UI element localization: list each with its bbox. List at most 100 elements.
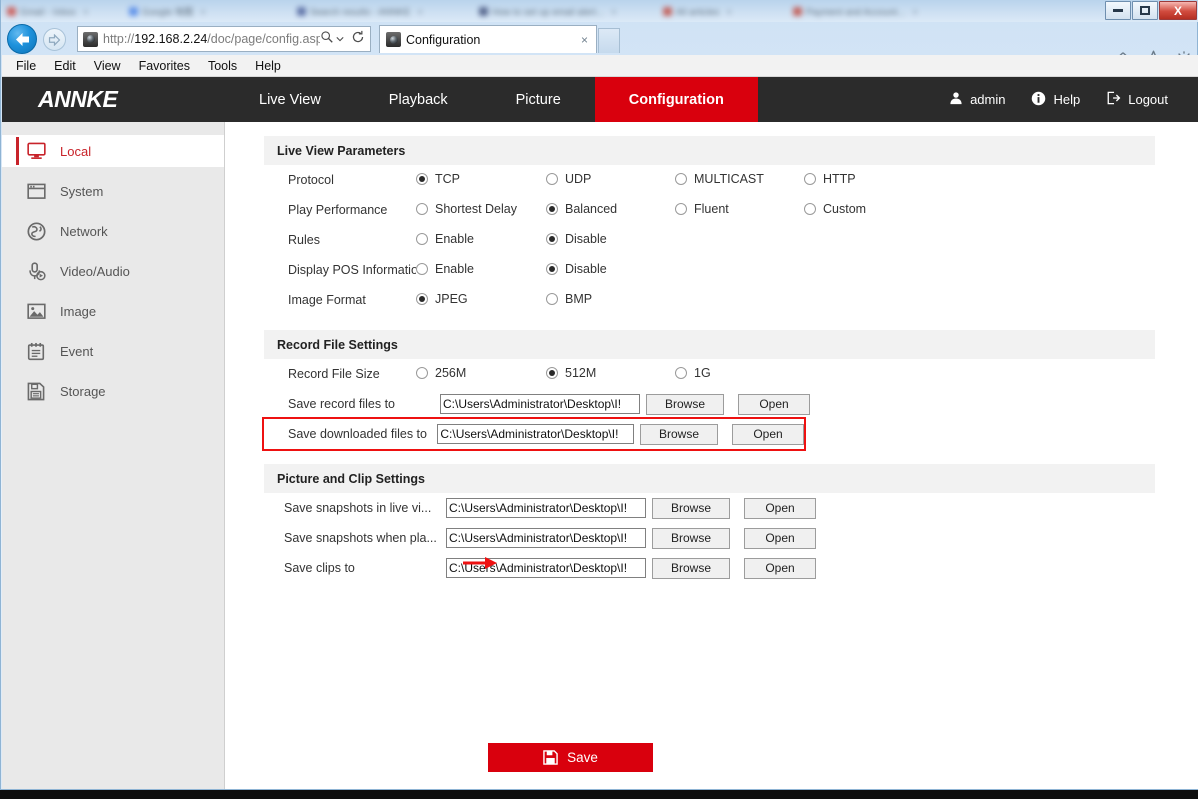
radio-button[interactable] xyxy=(416,203,428,215)
save-clips-open-button[interactable]: Open xyxy=(744,557,816,579)
radio-button[interactable] xyxy=(675,203,687,215)
radio-button[interactable] xyxy=(804,173,816,185)
nav-tab-playback[interactable]: Playback xyxy=(355,77,482,122)
save-snapshots-playback-browse-button[interactable]: Browse xyxy=(652,527,730,549)
record-save-downloaded-files-open-button[interactable]: Open xyxy=(732,423,804,445)
radio-disable[interactable]: Disable xyxy=(546,262,607,276)
save-snapshots-playback-open-button[interactable]: Open xyxy=(744,527,816,549)
nav-tab-live-view[interactable]: Live View xyxy=(225,77,355,122)
record-save-record-files-open-button[interactable]: Open xyxy=(738,393,810,415)
close-tab-icon[interactable]: × xyxy=(83,7,88,17)
menu-item-edit[interactable]: Edit xyxy=(54,59,76,73)
radio-button[interactable] xyxy=(804,203,816,215)
radio-button[interactable] xyxy=(675,367,687,379)
refresh-icon[interactable] xyxy=(351,30,365,49)
radio-button[interactable] xyxy=(546,233,558,245)
record-save-record-files-browse-button[interactable]: Browse xyxy=(646,393,724,415)
radio-shortest-delay[interactable]: Shortest Delay xyxy=(416,202,517,216)
radio-button[interactable] xyxy=(546,367,558,379)
new-tab-button[interactable] xyxy=(598,28,620,53)
save-button[interactable]: Save xyxy=(488,743,653,772)
browser-nav-row: http://192.168.2.24/doc/page/config.asp … xyxy=(1,22,1198,68)
nav-tab-picture[interactable]: Picture xyxy=(482,77,595,122)
radio-512m[interactable]: 512M xyxy=(546,366,596,380)
radio-button[interactable] xyxy=(416,263,428,275)
radio-disable[interactable]: Disable xyxy=(546,232,607,246)
info-icon xyxy=(1031,91,1046,109)
window-controls[interactable]: X xyxy=(1105,1,1197,21)
radio-bmp[interactable]: BMP xyxy=(546,292,592,306)
radio-1g[interactable]: 1G xyxy=(675,366,711,380)
radio-button[interactable] xyxy=(546,173,558,185)
close-tab-icon[interactable]: × xyxy=(726,7,731,17)
radio-tcp[interactable]: TCP xyxy=(416,172,460,186)
sidebar: Local System Network Video/Audio Image Event S… xyxy=(2,122,225,789)
menu-item-view[interactable]: View xyxy=(94,59,121,73)
save-snapshots-live-view-open-button[interactable]: Open xyxy=(744,497,816,519)
chevron-down-icon[interactable] xyxy=(336,30,344,48)
close-tab-icon[interactable]: × xyxy=(417,7,422,17)
browser-tab-inactive[interactable]: All articles × xyxy=(663,3,789,20)
radio-button[interactable] xyxy=(416,367,428,379)
menu-item-file[interactable]: File xyxy=(16,59,36,73)
browser-tab-inactive[interactable]: How to set up email alert... × xyxy=(479,3,659,20)
browser-menu-bar: File Edit View Favorites Tools Help xyxy=(2,55,1198,77)
menu-item-favorites[interactable]: Favorites xyxy=(139,59,190,73)
radio-button[interactable] xyxy=(546,263,558,275)
radio-button[interactable] xyxy=(546,293,558,305)
record-save-record-files-input[interactable]: C:\Users\Administrator\Desktop\I! xyxy=(440,394,640,414)
save-snapshots-playback-input[interactable]: C:\Users\Administrator\Desktop\I! xyxy=(446,528,646,548)
close-window-button[interactable]: X xyxy=(1159,1,1197,20)
sidebar-item-event[interactable]: Event xyxy=(2,335,224,367)
header-help-button[interactable]: Help xyxy=(1031,91,1080,109)
radio-button[interactable] xyxy=(416,293,428,305)
radio-enable[interactable]: Enable xyxy=(416,262,474,276)
save-snapshots-live-view-input[interactable]: C:\Users\Administrator\Desktop\I! xyxy=(446,498,646,518)
close-tab-icon[interactable]: × xyxy=(200,7,205,17)
address-bar[interactable]: http://192.168.2.24/doc/page/config.asp xyxy=(77,26,371,52)
sidebar-item-network[interactable]: Network xyxy=(2,215,224,247)
sidebar-item-storage[interactable]: Storage xyxy=(2,375,224,407)
forward-button[interactable] xyxy=(43,28,66,51)
save-clips-browse-button[interactable]: Browse xyxy=(652,557,730,579)
browser-tab-inactive[interactable]: Google 地图 × xyxy=(129,3,291,20)
radio-fluent[interactable]: Fluent xyxy=(675,202,729,216)
radio-udp[interactable]: UDP xyxy=(546,172,591,186)
back-button[interactable] xyxy=(7,24,37,54)
radio-multicast[interactable]: MULTICAST xyxy=(675,172,764,186)
sidebar-item-system[interactable]: System xyxy=(2,175,224,207)
tab-favicon xyxy=(663,7,672,16)
radio-jpeg[interactable]: JPEG xyxy=(416,292,468,306)
radio-button[interactable] xyxy=(675,173,687,185)
header-logout-button[interactable]: Logout xyxy=(1106,91,1168,108)
browser-tab-inactive[interactable]: Payment and Account... × xyxy=(793,3,979,20)
maximize-button[interactable] xyxy=(1132,1,1158,20)
main-nav: Live View Playback Picture Configuration xyxy=(225,77,758,122)
search-icon[interactable] xyxy=(320,30,334,49)
close-tab-icon[interactable]: × xyxy=(577,33,592,47)
record-save-downloaded-files-input[interactable]: C:\Users\Administrator\Desktop\I! xyxy=(437,424,634,444)
save-snapshots-live-view-browse-button[interactable]: Browse xyxy=(652,497,730,519)
header-admin-button[interactable]: admin xyxy=(949,91,1005,108)
radio-256m[interactable]: 256M xyxy=(416,366,466,380)
nav-tab-configuration[interactable]: Configuration xyxy=(594,77,758,122)
sidebar-item-image[interactable]: Image xyxy=(2,295,224,327)
sidebar-item-video-audio[interactable]: Video/Audio xyxy=(2,255,224,287)
radio-custom[interactable]: Custom xyxy=(804,202,866,216)
record-save-downloaded-files-browse-button[interactable]: Browse xyxy=(640,423,718,445)
close-tab-icon[interactable]: × xyxy=(611,7,616,17)
menu-item-help[interactable]: Help xyxy=(255,59,281,73)
menu-item-tools[interactable]: Tools xyxy=(208,59,237,73)
sidebar-item-local[interactable]: Local xyxy=(2,135,224,167)
minimize-button[interactable] xyxy=(1105,1,1131,20)
radio-balanced[interactable]: Balanced xyxy=(546,202,617,216)
browser-tab-configuration[interactable]: Configuration × xyxy=(379,25,597,53)
radio-button[interactable] xyxy=(416,233,428,245)
close-tab-icon[interactable]: × xyxy=(912,7,917,17)
radio-enable[interactable]: Enable xyxy=(416,232,474,246)
browser-tab-inactive[interactable]: Gmail - Inbox × xyxy=(7,3,125,20)
radio-button[interactable] xyxy=(546,203,558,215)
radio-button[interactable] xyxy=(416,173,428,185)
radio-http[interactable]: HTTP xyxy=(804,172,856,186)
browser-tab-inactive[interactable]: Search results - ANNKE × xyxy=(297,3,475,20)
